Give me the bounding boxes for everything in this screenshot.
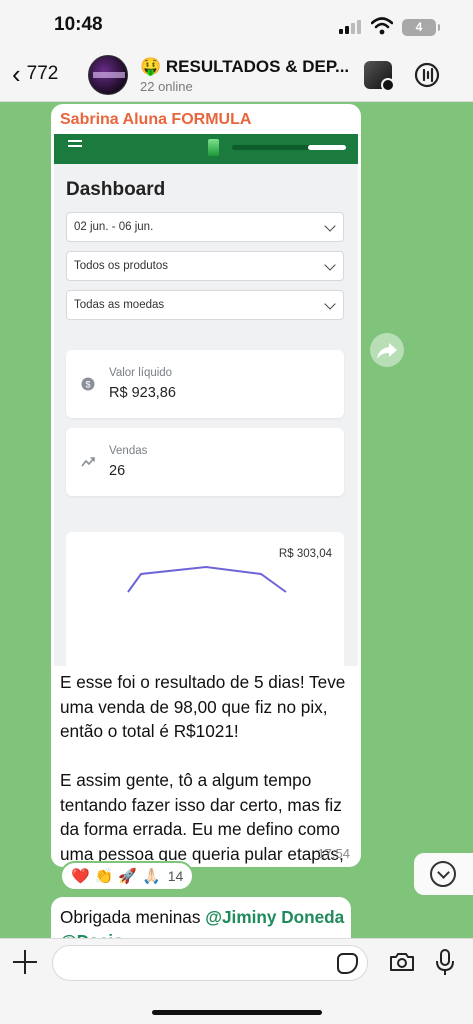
message-bubble[interactable]: Sabrina Aluna FORMULA Dashboard 02 jun. … xyxy=(51,104,361,867)
reaction-clap: 👏 xyxy=(94,868,114,885)
gem-icon xyxy=(208,139,219,156)
camera-icon[interactable] xyxy=(389,952,415,972)
chevron-left-icon: ‹ xyxy=(12,59,21,89)
dashboard-title: Dashboard xyxy=(66,179,166,200)
sales-line xyxy=(127,565,287,593)
forward-share-icon xyxy=(377,343,397,359)
progress-bar xyxy=(232,145,346,150)
reaction-heart: ❤️ xyxy=(71,868,90,885)
svg-text:$: $ xyxy=(85,380,90,390)
scroll-to-bottom-button[interactable] xyxy=(414,853,473,895)
microphone-icon[interactable] xyxy=(435,949,455,977)
chevron-down-icon xyxy=(324,220,336,232)
sales-chart-card: R$ 303,04 xyxy=(66,532,344,666)
mention-link[interactable]: @Jiminy Doneda xyxy=(205,907,344,927)
cellular-signal-icon xyxy=(339,20,363,34)
reaction-pray: 🙏🏻 xyxy=(142,868,161,885)
message-paragraph-2: E assim gente, tô a algum tempo tentando… xyxy=(60,770,344,864)
next-message-text: Obrigada meninas @Jiminy Doneda @Dacio xyxy=(60,905,344,942)
unread-count: 772 xyxy=(26,63,59,84)
net-value-label: Valor líquido xyxy=(109,367,173,379)
back-button[interactable]: ‹ 772 xyxy=(12,59,59,89)
dashboard-topbar xyxy=(54,134,358,164)
member-avatar[interactable] xyxy=(364,61,395,92)
chevron-down-icon xyxy=(324,259,336,271)
chat-header: ‹ 772 🤑 RESULTADOS & DEP... 22 online xyxy=(0,50,473,102)
trending-up-icon xyxy=(81,457,95,467)
next-message-bubble[interactable]: Obrigada meninas @Jiminy Doneda @Dacio xyxy=(51,897,351,942)
sales-label: Vendas xyxy=(109,445,148,457)
reaction-count: 14 xyxy=(167,868,184,884)
menu-icon xyxy=(68,140,82,150)
chevron-down-circle-icon xyxy=(430,861,456,887)
reaction-rocket: 🚀 xyxy=(118,868,138,885)
chat-title[interactable]: 🤑 RESULTADOS & DEP... xyxy=(140,57,349,77)
reactions-pill[interactable]: ❤️ 👏 🚀 🙏🏻 14 xyxy=(60,861,195,891)
attached-screenshot[interactable]: Dashboard 02 jun. - 06 jun. Todos os pro… xyxy=(54,134,358,666)
sales-value: 26 xyxy=(109,463,126,479)
forward-button[interactable] xyxy=(370,333,404,367)
channel-icon[interactable] xyxy=(413,61,441,89)
clock: 10:48 xyxy=(54,14,103,35)
wifi-icon xyxy=(371,17,393,35)
chevron-down-icon xyxy=(324,298,336,310)
online-count: 22 online xyxy=(140,79,193,94)
composer-bar xyxy=(0,938,473,1024)
status-bar: 10:48 4 xyxy=(0,0,473,50)
sticker-icon[interactable] xyxy=(337,953,358,974)
net-value-card: $ Valor líquido R$ 923,86 xyxy=(66,350,344,418)
sales-line-chart xyxy=(127,565,287,593)
date-filter-select: 02 jun. - 06 jun. xyxy=(66,212,344,242)
sales-card: Vendas 26 xyxy=(66,428,344,496)
home-indicator xyxy=(152,1010,322,1015)
sender-name[interactable]: Sabrina Aluna FORMULA xyxy=(60,111,251,129)
products-filter-select: Todos os produtos xyxy=(66,251,344,281)
message-input[interactable] xyxy=(52,945,368,981)
net-value: R$ 923,86 xyxy=(109,385,176,401)
message-timestamp: 17:54 xyxy=(317,846,350,861)
message-text: E esse foi o resultado de 5 dias! Teve u… xyxy=(60,670,356,867)
plus-icon[interactable] xyxy=(13,950,37,974)
coin-icon: $ xyxy=(81,377,95,391)
currency-filter-select: Todas as moedas xyxy=(66,290,344,320)
battery-indicator: 4 xyxy=(402,19,440,36)
group-avatar[interactable] xyxy=(88,55,128,95)
message-paragraph-1: E esse foi o resultado de 5 dias! Teve u… xyxy=(60,672,346,741)
